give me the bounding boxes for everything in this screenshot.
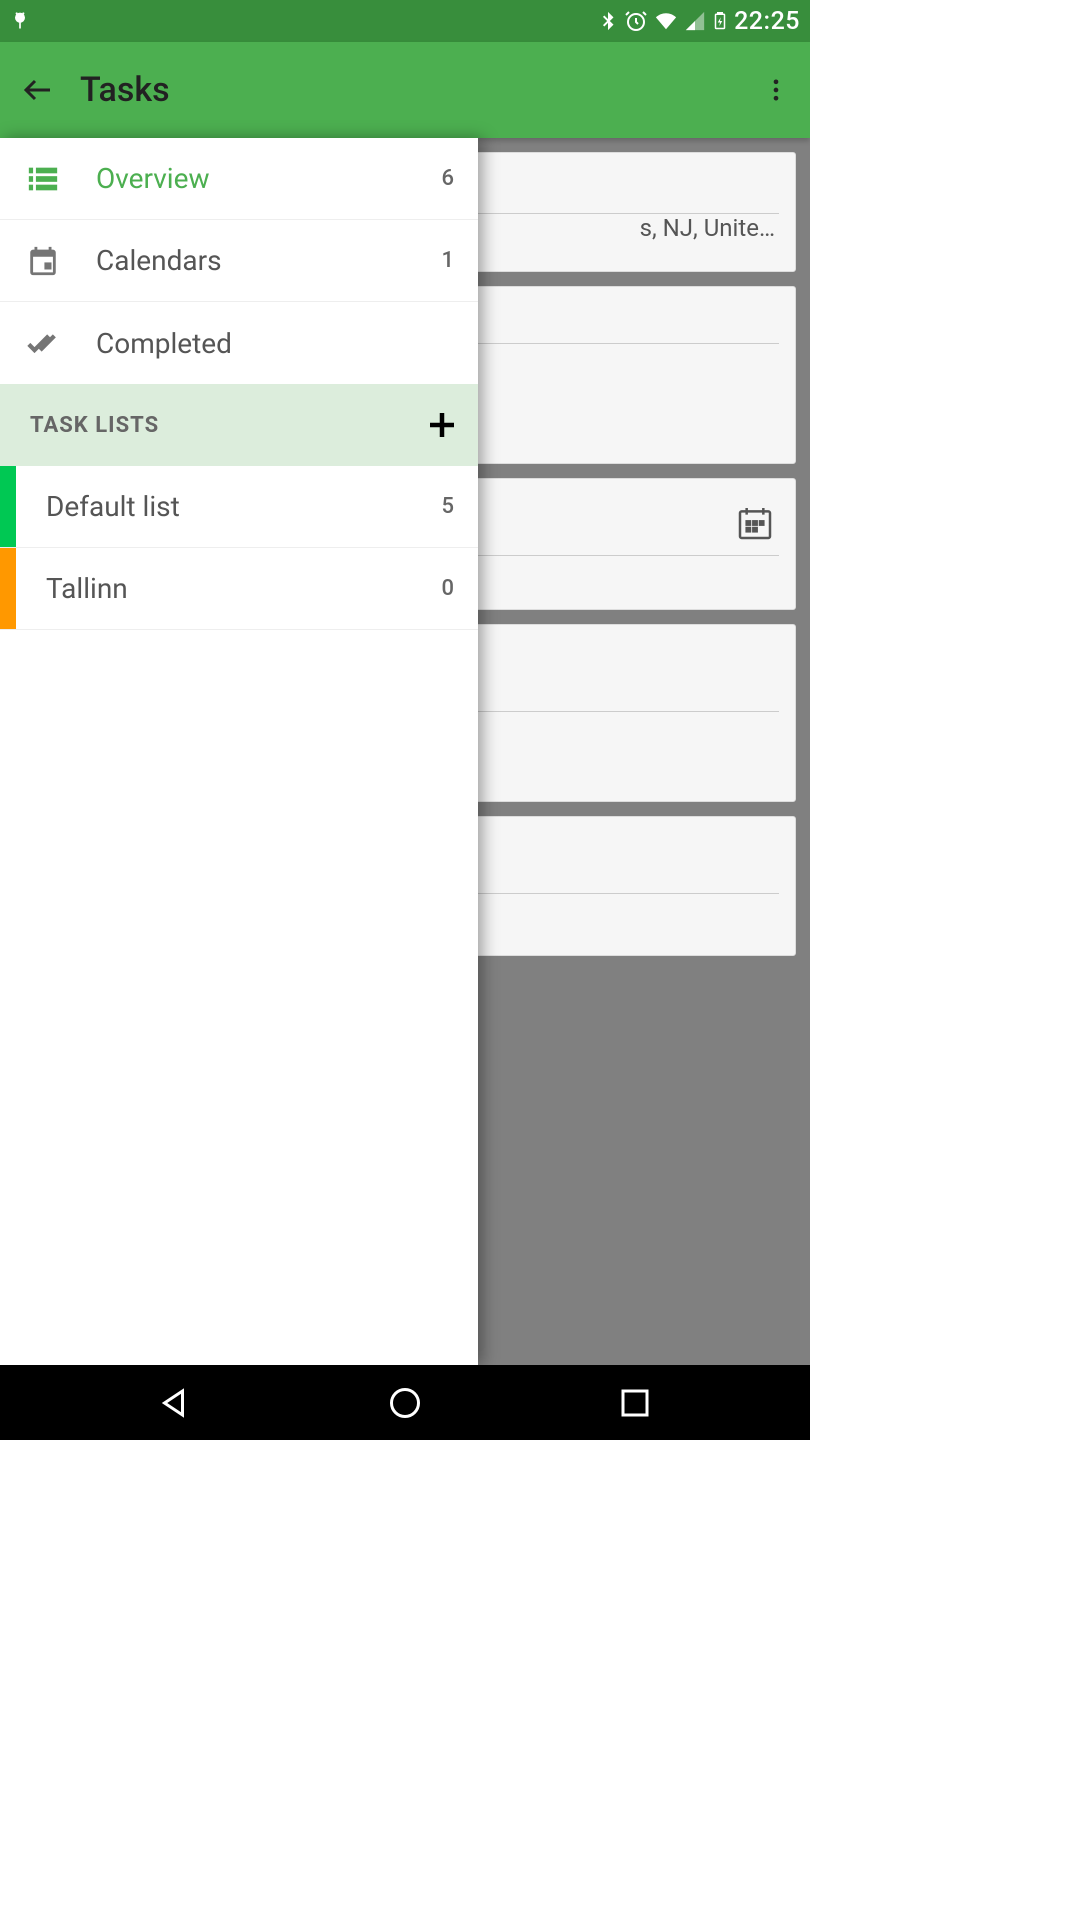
task-list-count: 5	[441, 494, 462, 519]
nav-recent-icon[interactable]	[617, 1385, 653, 1421]
back-arrow-icon[interactable]	[20, 72, 56, 108]
signal-icon	[684, 10, 706, 32]
nav-count: 1	[441, 248, 462, 273]
app-bar: Tasks	[0, 42, 810, 138]
battery-charging-icon	[711, 9, 729, 33]
content-area: s, NJ, Unite…	[0, 138, 810, 1365]
calendar-card-icon	[735, 503, 775, 543]
more-vert-icon[interactable]	[762, 76, 790, 104]
task-list-label: Tallinn	[46, 572, 441, 605]
alarm-icon	[624, 9, 648, 33]
task-list-count: 0	[441, 576, 462, 601]
nav-item-calendars[interactable]: Calendars 1	[0, 220, 478, 302]
nav-drawer: Overview 6 Calendars 1 Completed	[0, 138, 478, 1365]
list-color-strip	[0, 466, 16, 547]
nav-item-overview[interactable]: Overview 6	[0, 138, 478, 220]
app-title: Tasks	[80, 70, 762, 110]
task-list-item-tallinn[interactable]: Tallinn 0	[0, 548, 478, 630]
task-lists-header: TASK LISTS	[0, 384, 478, 466]
nav-count: 6	[441, 166, 462, 191]
list-color-strip	[0, 548, 16, 629]
section-title: TASK LISTS	[30, 413, 424, 438]
calendar-icon	[26, 244, 60, 278]
nav-label: Calendars	[96, 244, 441, 277]
nav-home-icon[interactable]	[387, 1385, 423, 1421]
nav-label: Completed	[96, 327, 454, 360]
overview-icon	[26, 162, 60, 196]
add-list-icon[interactable]	[424, 407, 460, 443]
nav-item-completed[interactable]: Completed	[0, 302, 478, 384]
status-time: 22:25	[734, 7, 800, 36]
status-right: 22:25	[597, 7, 800, 36]
status-bar: 22:25	[0, 0, 810, 42]
android-debug-icon	[10, 10, 30, 32]
completed-icon	[26, 326, 60, 360]
bluetooth-icon	[597, 10, 619, 32]
nav-label: Overview	[96, 162, 441, 195]
system-nav-bar	[0, 1365, 810, 1440]
task-list-item-default[interactable]: Default list 5	[0, 466, 478, 548]
task-list-label: Default list	[46, 490, 441, 523]
wifi-icon	[653, 10, 679, 32]
nav-back-icon[interactable]	[157, 1385, 193, 1421]
status-left	[10, 10, 30, 32]
